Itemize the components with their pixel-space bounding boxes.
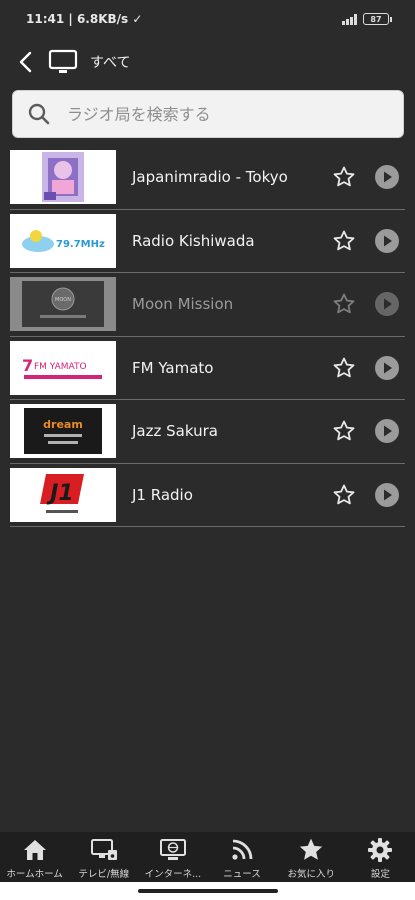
play-button[interactable] xyxy=(373,481,401,509)
station-row[interactable]: Japanimradio - Tokyo xyxy=(10,146,405,210)
favorite-button[interactable] xyxy=(329,416,359,446)
back-button[interactable] xyxy=(14,47,36,77)
chevron-left-icon xyxy=(19,51,32,73)
home-indicator[interactable] xyxy=(0,882,415,900)
star-outline-icon xyxy=(333,420,355,441)
station-logo: dream xyxy=(10,404,116,459)
station-name: Moon Mission xyxy=(132,295,234,314)
nav-item-settings[interactable]: 設定 xyxy=(346,836,415,880)
gear-icon xyxy=(367,836,393,864)
favorite-button[interactable] xyxy=(329,162,359,192)
station-logo: J1 xyxy=(10,467,116,522)
play-button[interactable] xyxy=(373,354,401,382)
station-row[interactable]: dream Jazz Sakura xyxy=(10,400,405,464)
play-circle-icon xyxy=(375,419,399,444)
play-button[interactable] xyxy=(373,227,401,255)
signal-icon xyxy=(342,13,357,25)
nav-label: お気に入り xyxy=(287,869,335,880)
logo-text: MOON xyxy=(55,297,71,303)
rss-icon xyxy=(230,836,254,864)
station-logo: 7 FM YAMATO xyxy=(10,340,116,395)
play-button[interactable] xyxy=(373,163,401,191)
status-time: 11:41 xyxy=(26,12,65,26)
page-title: すべて xyxy=(90,55,131,71)
status-speed: 6.8KB/s xyxy=(76,12,129,26)
favorite-button[interactable] xyxy=(329,289,359,319)
home-icon xyxy=(22,836,48,864)
play-circle-icon xyxy=(375,292,399,317)
star-icon xyxy=(298,836,324,864)
nav-item-news[interactable]: ニュース xyxy=(208,836,277,880)
station-row[interactable]: J1 J1 Radio xyxy=(10,464,405,527)
tv-radio-icon xyxy=(90,836,118,864)
station-name: Radio Kishiwada xyxy=(132,231,255,250)
play-circle-icon xyxy=(375,228,399,253)
station-name: Jazz Sakura xyxy=(132,422,218,441)
logo-text: 79.7MHz xyxy=(56,239,105,250)
star-outline-icon xyxy=(333,484,355,505)
play-circle-icon xyxy=(375,355,399,380)
station-row[interactable]: MOON Moon Mission xyxy=(10,273,405,337)
search-icon xyxy=(28,103,50,125)
play-circle-icon xyxy=(375,482,399,507)
nav-item-favorites[interactable]: お気に入り xyxy=(277,836,346,880)
station-name: J1 Radio xyxy=(132,485,193,504)
tv-icon xyxy=(48,48,80,76)
station-logo: 79.7MHz xyxy=(10,213,116,268)
battery-level: 87 xyxy=(370,14,382,24)
nav-label: インターネ... xyxy=(144,869,202,880)
star-outline-icon xyxy=(333,230,355,251)
station-name: Japanimradio - Tokyo xyxy=(132,168,288,187)
play-button[interactable] xyxy=(373,290,401,318)
star-outline-icon xyxy=(333,166,355,187)
station-row[interactable]: 79.7MHz Radio Kishiwada xyxy=(10,210,405,273)
status-left: 11:41 | 6.8KB/s ✓ xyxy=(26,12,143,26)
nav-item-tv-radio[interactable]: テレビ/無線 xyxy=(69,836,138,885)
bottom-nav: ホームホーム テレビ/無線 インターネ... ニュース お気に入り 設定 xyxy=(0,832,415,885)
battery-icon: 87 xyxy=(363,13,392,25)
logo-text: FM YAMATO xyxy=(34,362,87,372)
star-outline-icon xyxy=(333,293,355,314)
header: すべて xyxy=(0,42,415,82)
search-bar[interactable] xyxy=(12,90,404,138)
nav-label: 設定 xyxy=(370,869,390,880)
status-bar: 11:41 | 6.8KB/s ✓ 87 xyxy=(0,0,415,38)
station-name: FM Yamato xyxy=(132,358,214,377)
search-input[interactable] xyxy=(67,104,367,124)
play-circle-icon xyxy=(375,165,399,190)
download-check-icon: ✓ xyxy=(132,12,143,26)
station-list: Japanimradio - Tokyo 79.7MHz Radio Kishi… xyxy=(0,146,415,527)
station-logo: MOON xyxy=(10,277,116,332)
svg-text:7: 7 xyxy=(22,356,33,375)
logo-text: dream xyxy=(43,418,83,431)
status-right: 87 xyxy=(342,13,392,25)
favorite-button[interactable] xyxy=(329,353,359,383)
nav-label: テレビ/無線 xyxy=(78,869,130,880)
nav-label: ホームホーム xyxy=(6,869,63,880)
favorite-button[interactable] xyxy=(329,226,359,256)
nav-item-internet[interactable]: インターネ... xyxy=(138,836,207,880)
station-row[interactable]: 7 FM YAMATO FM Yamato xyxy=(10,337,405,400)
nav-item-home[interactable]: ホームホーム xyxy=(0,836,69,880)
star-outline-icon xyxy=(333,357,355,378)
internet-icon xyxy=(159,836,187,864)
favorite-button[interactable] xyxy=(329,480,359,510)
nav-label: ニュース xyxy=(223,869,261,880)
logo-text: J1 xyxy=(46,481,74,506)
play-button[interactable] xyxy=(373,417,401,445)
station-logo xyxy=(10,150,116,205)
